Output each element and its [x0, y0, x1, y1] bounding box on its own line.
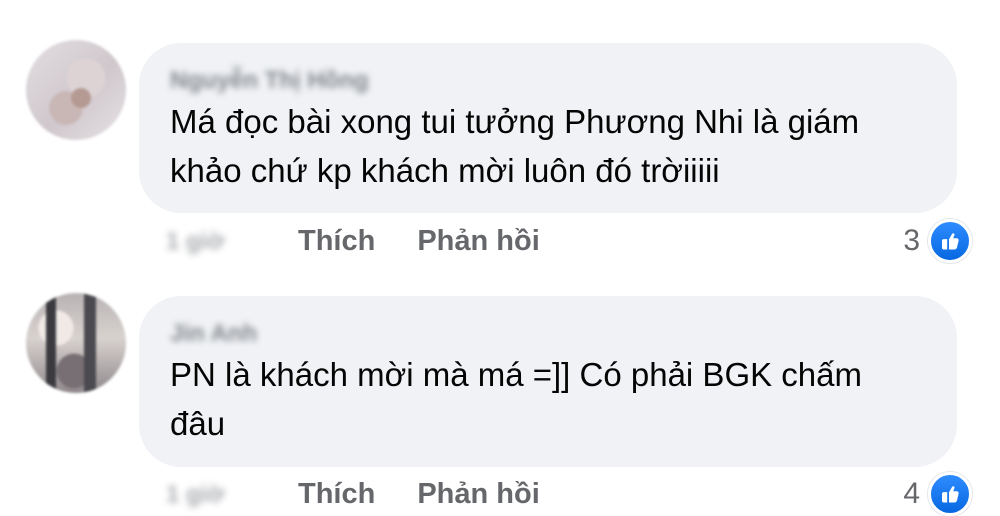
- comment-text: PN là khách mời mà má =]] Có phải BGK ch…: [170, 356, 862, 442]
- reaction-count: 4: [903, 477, 920, 510]
- reaction-summary[interactable]: 4: [903, 472, 972, 516]
- comment-actions: 1 giờ Thích Phản hồi: [166, 221, 540, 261]
- comment-author-name[interactable]: Jin Anh: [170, 318, 257, 350]
- reply-link[interactable]: Phản hồi: [417, 225, 539, 258]
- previous-comment-fragment: [188, 0, 222, 2]
- comment-actions: 1 giờ Thích Phản hồi: [166, 474, 540, 514]
- comment-time[interactable]: 1 giờ: [166, 481, 256, 507]
- reply-link[interactable]: Phản hồi: [417, 478, 539, 511]
- reaction-count: 3: [903, 224, 920, 257]
- reaction-summary[interactable]: 3: [903, 219, 972, 263]
- comment-author-name[interactable]: Nguyễn Thị Hồng: [170, 65, 369, 97]
- comment-time[interactable]: 1 giờ: [166, 228, 256, 254]
- comment-text: Má đọc bài xong tui tưởng Phương Nhi là …: [170, 103, 860, 189]
- thumbs-up-icon: [928, 219, 972, 263]
- comment-bubble: Jin Anh PN là khách mời mà má =]] Có phả…: [139, 296, 957, 467]
- like-link[interactable]: Thích: [298, 225, 375, 258]
- like-link[interactable]: Thích: [298, 478, 375, 511]
- avatar[interactable]: [26, 293, 126, 393]
- avatar[interactable]: [26, 40, 126, 140]
- comment-bubble: Nguyễn Thị Hồng Má đọc bài xong tui tưởn…: [139, 43, 957, 213]
- thumbs-up-icon: [928, 472, 972, 516]
